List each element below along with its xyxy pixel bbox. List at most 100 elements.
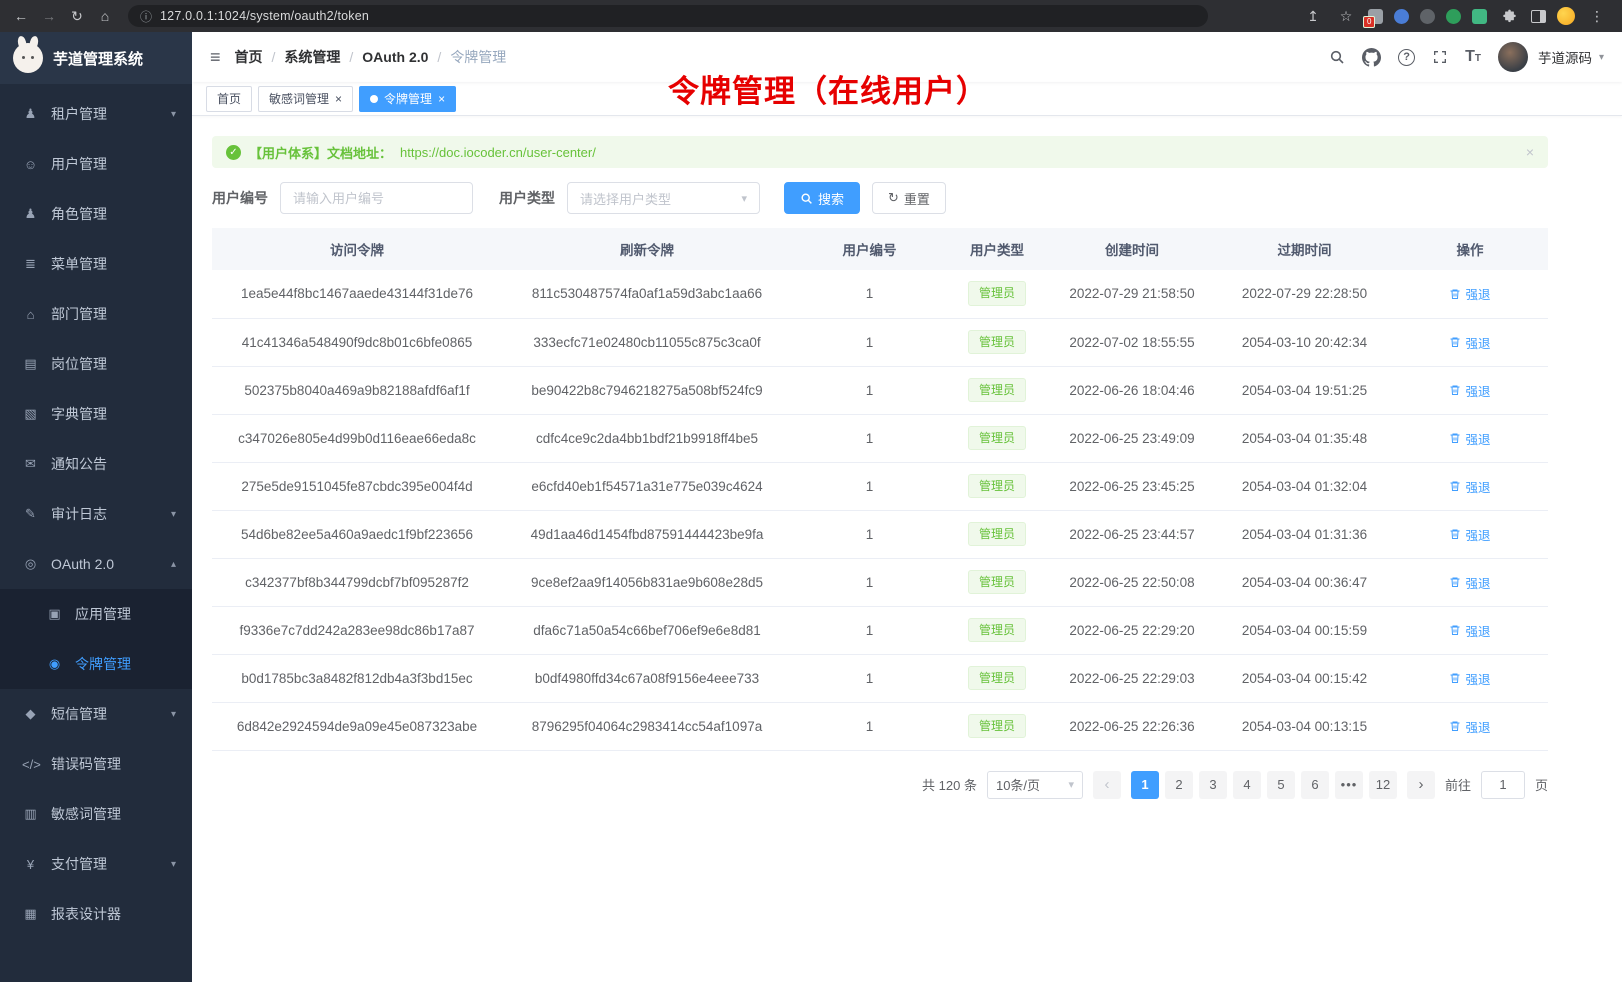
bookmark-star-icon[interactable]: ☆ <box>1335 5 1357 27</box>
extension-icon[interactable] <box>1394 9 1409 24</box>
page-button-12[interactable]: 12 <box>1369 771 1397 799</box>
user-id-input[interactable] <box>280 182 473 214</box>
force-logout-button[interactable]: 强退 <box>1449 573 1490 592</box>
force-logout-button[interactable]: 强退 <box>1449 333 1490 352</box>
force-logout-button[interactable]: 强退 <box>1449 429 1490 448</box>
tab-close-icon[interactable]: × <box>335 93 342 105</box>
force-logout-button[interactable]: 强退 <box>1449 669 1490 688</box>
page-button-5[interactable]: 5 <box>1267 771 1295 799</box>
breadcrumb-oauth[interactable]: OAuth 2.0 <box>362 49 428 65</box>
page-button-1[interactable]: 1 <box>1131 771 1159 799</box>
site-info-icon[interactable]: ⓘ <box>140 8 152 25</box>
force-logout-button[interactable]: 强退 <box>1449 621 1490 640</box>
access-token-cell: 275e5de9151045fe87cbdc395e004f4d <box>212 462 502 510</box>
back-icon[interactable]: ← <box>10 5 32 27</box>
sidebar-item-sensitive-word[interactable]: ▥ 敏感词管理 <box>0 789 192 839</box>
sidebar-item-notice[interactable]: ✉ 通知公告 <box>0 439 192 489</box>
extension-icon[interactable] <box>1420 9 1435 24</box>
user-type-select[interactable]: 请选择用户类型 ▾ <box>567 182 760 214</box>
sidebar-item-dept[interactable]: ⌂ 部门管理 <box>0 289 192 339</box>
tab-sensitive-word[interactable]: 敏感词管理× <box>258 86 353 112</box>
page-button-2[interactable]: 2 <box>1165 771 1193 799</box>
address-bar[interactable]: ⓘ 127.0.0.1:1024/system/oauth2/token <box>128 5 1208 27</box>
page-button-3[interactable]: 3 <box>1199 771 1227 799</box>
github-icon[interactable] <box>1362 48 1381 67</box>
user-menu-caret-icon[interactable]: ▾ <box>1599 52 1604 63</box>
more-pages-button[interactable]: ••• <box>1335 771 1363 799</box>
table-row: c347026e805e4d99b0d116eae66eda8c cdfc4ce… <box>212 414 1548 462</box>
delete-icon <box>1449 576 1461 588</box>
tab-token[interactable]: 令牌管理× <box>359 86 456 112</box>
expire-time-cell: 2054-03-04 01:35:48 <box>1217 414 1392 462</box>
prev-page-button[interactable]: ‹ <box>1093 771 1121 799</box>
tenant-icon: ♟ <box>22 106 39 122</box>
extension-icon[interactable]: 0 <box>1368 9 1383 24</box>
force-logout-button[interactable]: 强退 <box>1449 477 1490 496</box>
force-logout-button[interactable]: 强退 <box>1449 717 1490 736</box>
sidebar-item-oauth2-token[interactable]: ◉ 令牌管理 <box>0 639 192 689</box>
forward-icon[interactable]: → <box>38 5 60 27</box>
sidebar-item-tenant[interactable]: ♟ 租户管理 ▾ <box>0 89 192 139</box>
page-size-value: 10条/页 <box>996 775 1040 794</box>
search-icon[interactable] <box>1329 49 1345 65</box>
doc-link[interactable]: https://doc.iocoder.cn/user-center/ <box>400 145 596 160</box>
delete-icon <box>1449 288 1461 300</box>
user-type-cell: 管理员 <box>947 606 1047 654</box>
home-icon[interactable]: ⌂ <box>94 5 116 27</box>
sidebar-item-user[interactable]: ☺ 用户管理 <box>0 139 192 189</box>
sidebar-item-error-code[interactable]: </> 错误码管理 <box>0 739 192 789</box>
goto-page-input[interactable] <box>1481 771 1525 799</box>
page-button-4[interactable]: 4 <box>1233 771 1261 799</box>
sidebar-item-oauth2[interactable]: ◎ OAuth 2.0 ▴ <box>0 539 192 589</box>
fullscreen-icon[interactable] <box>1432 49 1448 65</box>
tab-home[interactable]: 首页 <box>206 86 252 112</box>
col-user-id: 用户编号 <box>792 228 947 270</box>
alert-close-icon[interactable]: × <box>1526 144 1534 160</box>
sidebar-item-menu[interactable]: ≣ 菜单管理 <box>0 239 192 289</box>
font-size-icon[interactable]: TT <box>1465 48 1481 66</box>
breadcrumb-system[interactable]: 系统管理 <box>284 47 340 67</box>
sidebar-collapse-icon[interactable]: ≡ <box>210 47 221 68</box>
browser-profile-icon[interactable] <box>1557 7 1575 25</box>
sidebar-item-dict[interactable]: ▧ 字典管理 <box>0 389 192 439</box>
search-button[interactable]: 搜索 <box>784 182 860 214</box>
help-icon[interactable]: ? <box>1398 49 1415 66</box>
force-logout-button[interactable]: 强退 <box>1449 381 1490 400</box>
user-type-cell: 管理员 <box>947 414 1047 462</box>
sidebar-item-oauth2-application[interactable]: ▣ 应用管理 <box>0 589 192 639</box>
audit-icon: ✎ <box>22 506 39 522</box>
side-panel-icon[interactable] <box>1531 10 1546 23</box>
sidebar-item-audit-log[interactable]: ✎ 审计日志 ▾ <box>0 489 192 539</box>
share-icon[interactable]: ↥ <box>1302 5 1324 27</box>
tab-close-icon[interactable]: × <box>438 93 445 105</box>
next-page-button[interactable]: › <box>1407 771 1435 799</box>
force-logout-button[interactable]: 强退 <box>1449 284 1490 303</box>
user-name[interactable]: 芋道源码 <box>1538 47 1592 67</box>
page-button-6[interactable]: 6 <box>1301 771 1329 799</box>
extension-icon[interactable] <box>1446 9 1461 24</box>
action-cell: 强退 <box>1392 318 1548 366</box>
sidebar-item-post[interactable]: ▤ 岗位管理 <box>0 339 192 389</box>
reload-icon[interactable]: ↻ <box>66 5 88 27</box>
kebab-menu-icon[interactable]: ⋮ <box>1586 5 1608 27</box>
user-id-cell: 1 <box>792 702 947 750</box>
action-cell: 强退 <box>1392 510 1548 558</box>
sidebar-item-role[interactable]: ♟ 角色管理 <box>0 189 192 239</box>
user-avatar[interactable] <box>1498 42 1528 72</box>
sms-icon: ◆ <box>22 706 39 722</box>
user-type-label: 用户类型 <box>499 188 555 208</box>
sidebar-item-sms[interactable]: ◆ 短信管理 ▾ <box>0 689 192 739</box>
user-type-cell: 管理员 <box>947 366 1047 414</box>
breadcrumb-home[interactable]: 首页 <box>235 47 263 67</box>
sidebar-item-pay[interactable]: ¥ 支付管理 ▾ <box>0 839 192 889</box>
dept-icon: ⌂ <box>22 307 39 322</box>
vue-devtools-icon[interactable] <box>1472 9 1487 24</box>
sidebar-item-report-designer[interactable]: ▦ 报表设计器 <box>0 889 192 939</box>
page-size-select[interactable]: 10条/页 ▾ <box>987 771 1083 799</box>
col-create-time: 创建时间 <box>1047 228 1217 270</box>
alert-text: 【用户体系】文档地址： <box>249 143 392 162</box>
user-type-badge: 管理员 <box>968 666 1026 691</box>
force-logout-button[interactable]: 强退 <box>1449 525 1490 544</box>
reset-button[interactable]: ↻ 重置 <box>872 182 946 214</box>
extensions-puzzle-icon[interactable] <box>1498 5 1520 27</box>
